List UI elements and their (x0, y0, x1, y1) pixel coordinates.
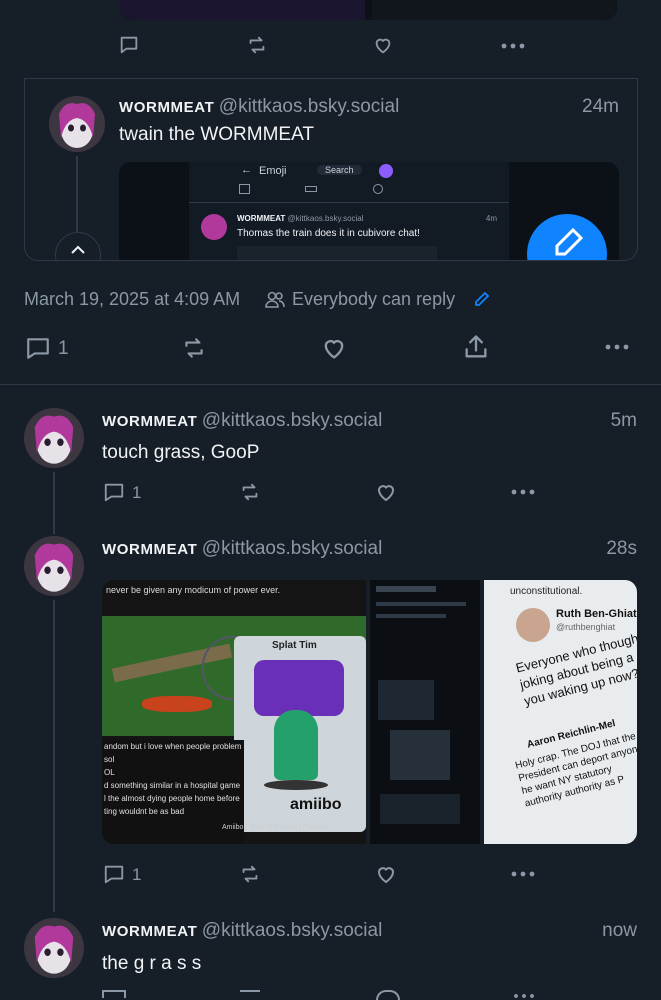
handle[interactable]: @kittkaos.bsky.social (219, 96, 400, 117)
more-icon[interactable] (604, 339, 630, 355)
image-grid: never be given any modicum of power ever… (102, 580, 637, 844)
top-actions-bar (118, 34, 538, 58)
handle[interactable]: @kittkaos.bsky.social (202, 538, 383, 559)
like-icon[interactable] (374, 480, 398, 504)
right-avatar (516, 608, 550, 642)
caption-line: ting wouldnt be as bad (104, 807, 185, 816)
image-middle[interactable] (370, 580, 480, 844)
compose-fab[interactable] (527, 214, 607, 260)
reply-count: 1 (132, 483, 142, 502)
caption-line: d something similar in a hospital game (104, 781, 241, 790)
repost-icon[interactable] (238, 481, 262, 503)
reply-actions-bar: 1 (102, 862, 542, 886)
avatar[interactable] (24, 408, 84, 468)
caption-line: andom but i love when people problem sol (104, 742, 242, 764)
section-divider (0, 384, 661, 385)
inner-display-name: WORMMEAT (237, 214, 286, 223)
repost-icon[interactable] (246, 34, 268, 56)
inner-handle: @kittkaos.bsky.social (287, 214, 364, 223)
right-top-text: unconstitutional. (510, 586, 583, 597)
more-icon[interactable] (500, 36, 526, 56)
image-right[interactable]: unconstitutional. Ruth Ben-Ghiat @ruthbe… (484, 580, 637, 844)
thread-line (53, 600, 55, 912)
reply-actions-bar-partial (102, 990, 542, 1000)
inner-actions (239, 184, 459, 194)
reply-header: WORMMEAT @kittkaos.bsky.social (102, 410, 582, 432)
reply-icon[interactable] (24, 335, 52, 361)
reply-count: 1 (132, 865, 142, 884)
quoted-image[interactable]: ← Emoji Search WORMMEAT @kittkaos.bsky.s… (119, 162, 619, 260)
avatar[interactable] (24, 918, 84, 978)
timestamp[interactable]: 28s (606, 538, 637, 560)
post-text: the g r a s s (102, 953, 202, 974)
people-icon (264, 290, 286, 310)
reply-header: WORMMEAT @kittkaos.bsky.social (102, 920, 582, 942)
inner-avatar (201, 214, 227, 240)
reply-icon[interactable] (102, 990, 126, 998)
caption-line: OL (104, 768, 115, 777)
handle[interactable]: @kittkaos.bsky.social (202, 410, 383, 431)
image-left[interactable]: never be given any modicum of power ever… (102, 580, 366, 844)
amiibo-logo: amiibo (290, 796, 342, 813)
inner-back-label: Emoji (259, 165, 287, 177)
amiibo-caption: Amiibo | Splat Tim Wikia | Fandom (222, 824, 329, 831)
amiibo-box: Splat Tim amiibo (234, 636, 366, 832)
display-name[interactable]: WORMMEAT (102, 413, 197, 430)
quoted-post-card[interactable]: WORMMEAT @kittkaos.bsky.social 24m twain… (24, 78, 638, 261)
avatar[interactable] (49, 96, 105, 152)
edit-pencil-icon[interactable] (473, 290, 491, 308)
reply-actions-bar: 1 (102, 480, 542, 504)
inner-divider (189, 202, 509, 203)
display-name[interactable]: WORMMEAT (102, 923, 197, 940)
display-name[interactable]: WORMMEAT (102, 541, 197, 558)
inner-text: Thomas the train does it in cubivore cha… (237, 228, 420, 239)
like-icon[interactable] (374, 862, 398, 886)
like-icon[interactable] (372, 34, 394, 56)
inner-time: 4m (485, 214, 497, 223)
thread-expand-circle[interactable] (55, 232, 101, 260)
more-icon[interactable] (512, 994, 534, 998)
reply-icon[interactable] (102, 863, 126, 885)
like-icon[interactable] (320, 334, 348, 362)
quote-divider (25, 78, 637, 79)
inner-search: Search (317, 165, 362, 175)
repost-icon[interactable] (180, 335, 208, 361)
timestamp[interactable]: now (602, 920, 637, 942)
splat-label: Splat Tim (272, 640, 317, 651)
right-name: Ruth Ben-Ghiat (556, 608, 637, 620)
right-handle: @ruthbenghiat (556, 622, 616, 632)
avatar[interactable] (24, 536, 84, 596)
main-actions-bar: 1 (24, 333, 634, 363)
more-icon[interactable] (510, 485, 536, 499)
quoted-header: WORMMEAT @kittkaos.bsky.social (119, 96, 619, 120)
repost-icon[interactable] (240, 990, 260, 996)
repost-icon[interactable] (238, 863, 262, 885)
reply-icon[interactable] (102, 481, 126, 503)
timestamp[interactable]: 5m (611, 410, 637, 432)
caption-line: l the almost dying people home before (104, 794, 240, 803)
reply-count: 1 (58, 338, 69, 359)
reply-icon[interactable] (118, 34, 140, 56)
post-date: March 19, 2025 at 4:09 AM (24, 289, 241, 309)
more-icon[interactable] (510, 867, 536, 881)
quoted-text: twain the WORMMEAT (119, 124, 314, 145)
reply-header: WORMMEAT @kittkaos.bsky.social (102, 538, 582, 560)
quoted-timestamp[interactable]: 24m (582, 96, 619, 118)
handle[interactable]: @kittkaos.bsky.social (202, 920, 383, 941)
reply-setting[interactable]: Everybody can reply (292, 289, 455, 310)
inner-screenshot: ← Emoji Search WORMMEAT @kittkaos.bsky.s… (189, 162, 509, 260)
previous-media-strip (120, 0, 617, 20)
share-icon[interactable] (462, 333, 490, 361)
like-icon[interactable] (376, 990, 400, 1000)
image-left-top-text: never be given any modicum of power ever… (106, 585, 281, 595)
post-text: touch grass, GooP (102, 442, 260, 463)
thread-line (53, 472, 55, 534)
inner-topbar: ← Emoji Search (189, 162, 509, 180)
display-name[interactable]: WORMMEAT (119, 99, 214, 116)
